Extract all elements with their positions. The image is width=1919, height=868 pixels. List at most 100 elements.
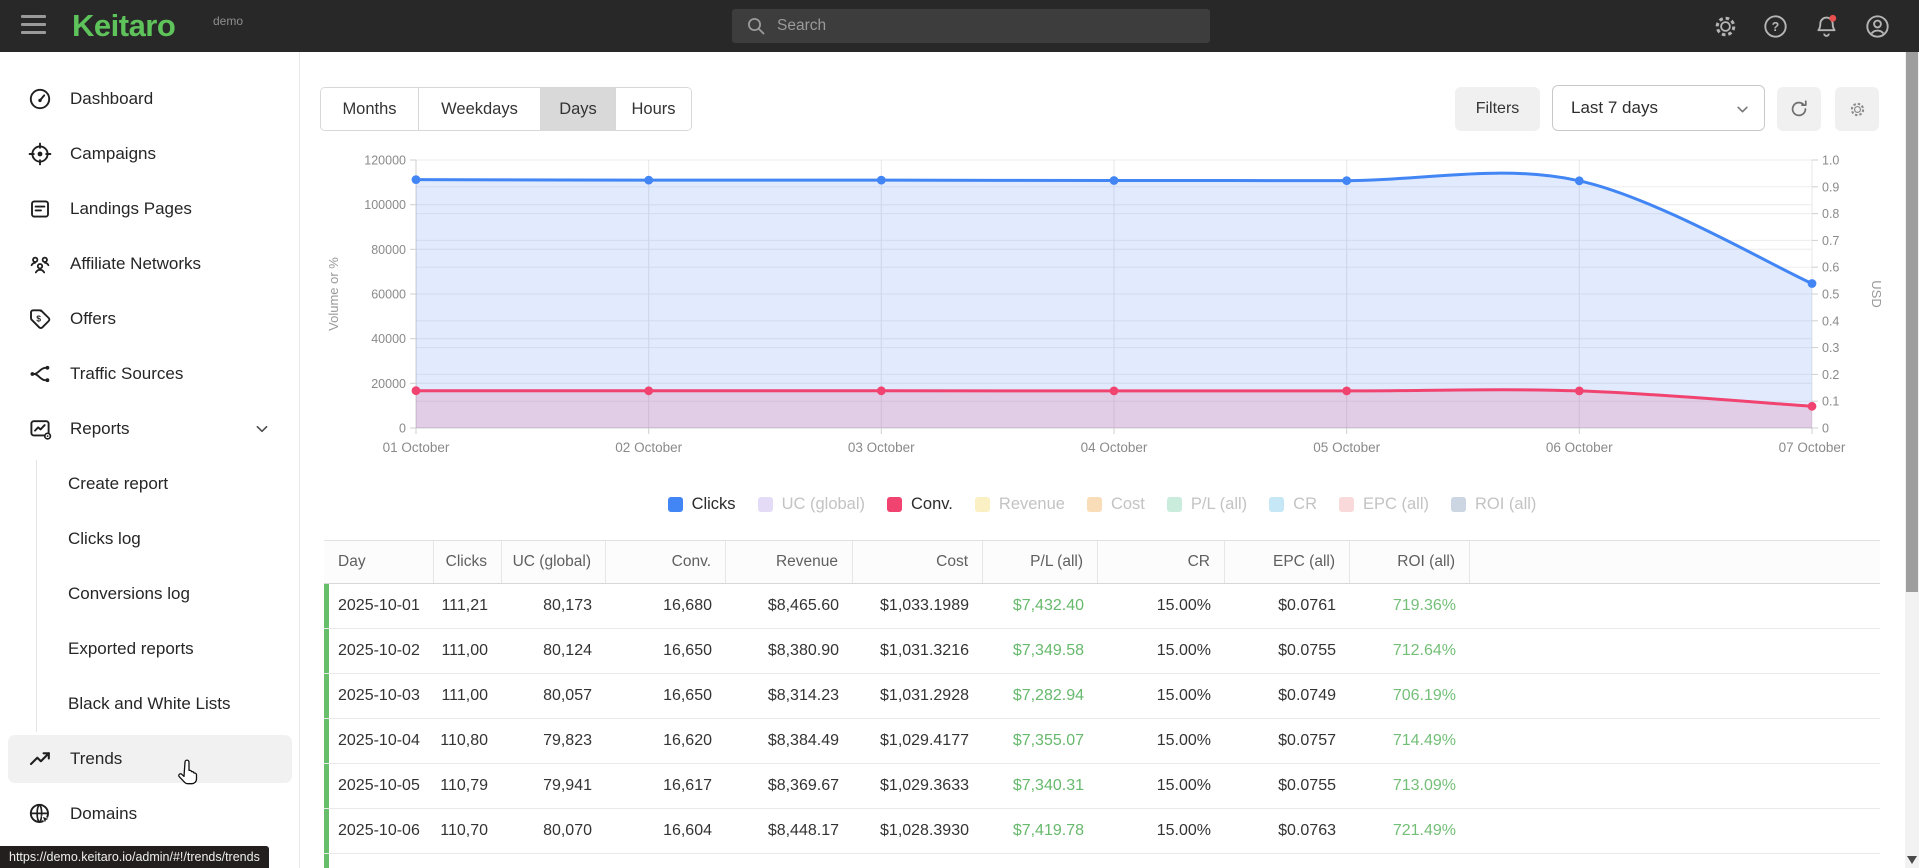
cell-roi-all: 713.09% — [1392, 777, 1456, 794]
trends-table: Day Clicks UC (global) Conv. Revenue Cost P/L … — [324, 540, 1880, 868]
column-header-day[interactable]: Day — [324, 541, 434, 583]
column-header-cr[interactable]: CR — [1098, 541, 1225, 583]
legend-item-p-l-all[interactable]: P/L (all) — [1166, 495, 1247, 514]
legend-label: Cost — [1110, 494, 1145, 513]
column-header-uc-global[interactable]: UC (global) — [502, 541, 606, 583]
sidebar-item-label: Affiliate Networks — [70, 254, 202, 273]
link-status-tooltip: https://demo.keitaro.io/admin/#!/trends/… — [0, 846, 269, 868]
cell-uc-global: 80,070 — [543, 822, 592, 839]
chart-settings-button[interactable] — [1835, 87, 1879, 131]
cell-epc-all: $0.0757 — [1278, 732, 1336, 749]
column-header-cost[interactable]: Cost — [853, 541, 983, 583]
legend-swatch — [757, 496, 773, 512]
legend-swatch — [1339, 496, 1354, 512]
help-icon[interactable]: ? — [1762, 13, 1789, 40]
sidebar-item-label: Conversions log — [68, 584, 190, 603]
notification-badge — [1829, 14, 1837, 22]
column-header-revenue[interactable]: Revenue — [726, 541, 853, 583]
svg-text:0.4: 0.4 — [1822, 314, 1839, 328]
refresh-button[interactable] — [1777, 87, 1821, 131]
filters-button[interactable]: Filters — [1455, 87, 1540, 131]
cell-uc-global: 79,941 — [543, 777, 592, 794]
svg-text:04 October: 04 October — [1081, 440, 1148, 455]
cell-revenue: $8,314.23 — [767, 687, 839, 704]
legend-item-roi-all[interactable]: ROI (all) — [1451, 495, 1536, 514]
legend-item-cr[interactable]: CR — [1269, 495, 1317, 514]
legend-item-revenue[interactable]: Revenue — [974, 495, 1065, 514]
search-bar[interactable] — [732, 9, 1210, 43]
keitaro-logo[interactable]: Keitaro — [72, 8, 176, 44]
svg-text:03 October: 03 October — [848, 440, 915, 455]
scrollbar-thumb[interactable] — [1906, 52, 1918, 592]
sidebar-item-reports[interactable]: Reports — [0, 405, 300, 453]
date-range-select[interactable]: Last 7 days — [1552, 85, 1765, 131]
sidebar-item-affiliate-networks[interactable]: Affiliate Networks — [0, 240, 300, 288]
sidebar-item-label: Landings Pages — [70, 199, 192, 218]
cell-p-l-all: $7,432.40 — [1012, 597, 1084, 614]
cell-p-l-all: $7,282.94 — [1012, 687, 1084, 704]
notifications-icon[interactable] — [1813, 13, 1840, 40]
column-header-p-l-all[interactable]: P/L (all) — [983, 541, 1098, 583]
sidebar-item-traffic-sources[interactable]: Traffic Sources — [0, 350, 300, 398]
settings-icon[interactable] — [1712, 13, 1739, 40]
account-icon[interactable] — [1864, 13, 1891, 40]
legend-item-epc-all[interactable]: EPC (all) — [1339, 495, 1429, 514]
status-url: https://demo.keitaro.io/admin/#!/trends/… — [9, 850, 260, 864]
column-header-epc-all[interactable]: EPC (all) — [1225, 541, 1350, 583]
scrollbar-track[interactable] — [1905, 52, 1919, 868]
table-row: 2025-10-03 111,00 80,057 16,650 $8,314.23 $1,… — [324, 674, 1880, 719]
legend-swatch — [1166, 496, 1182, 512]
cell-cost: $1,029.4177 — [880, 732, 969, 749]
svg-text:0.8: 0.8 — [1822, 207, 1839, 221]
sidebar-item-campaigns[interactable]: Campaigns — [0, 130, 300, 178]
sidebar-item-domains[interactable]: Domains — [0, 790, 300, 838]
trend-icon — [29, 752, 50, 766]
cell-uc-global: 46,457 — [502, 854, 606, 868]
cell-roi-all: 721.49% — [1392, 822, 1456, 839]
sidebar-item-dashboard[interactable]: Dashboard — [0, 75, 300, 123]
cell-cost: $1,028.3930 — [880, 822, 969, 839]
hamburger-menu-icon[interactable] — [21, 15, 46, 37]
sidebar-item-label: Domains — [70, 804, 138, 823]
sidebar-item-clicks-log[interactable]: Clicks log — [0, 515, 300, 563]
column-header-conv[interactable]: Conv. — [606, 541, 726, 583]
svg-text:20000: 20000 — [371, 377, 406, 391]
sidebar-item-create-report[interactable]: Create report — [0, 460, 300, 508]
row-status-bar — [324, 584, 329, 628]
cell-day: 2025-10-01 — [338, 597, 420, 614]
tab-hours[interactable]: Hours — [616, 88, 691, 130]
tab-months[interactable]: Months — [321, 88, 419, 130]
row-status-bar — [324, 629, 329, 673]
legend-swatch — [974, 496, 990, 512]
cell-cost: $597.8033 — [853, 854, 983, 868]
cell-filler — [1470, 809, 1880, 853]
cell-clicks: 111,21 — [441, 597, 488, 614]
legend-item-conv[interactable]: Conv. — [887, 495, 953, 514]
sidebar-item-trends[interactable]: Trends — [8, 735, 292, 783]
report-icon — [30, 420, 52, 440]
legend-item-clicks[interactable]: Clicks — [667, 495, 736, 514]
column-header-roi-all[interactable]: ROI (all) — [1350, 541, 1470, 583]
split-icon — [30, 365, 50, 383]
svg-text:Volume or %: Volume or % — [326, 257, 341, 331]
sidebar: Dashboard Campaigns Landings Pages Affiliat… — [0, 52, 300, 868]
sidebar-item-exported-reports[interactable]: Exported reports — [0, 625, 300, 673]
cell-cr: 15.00% — [1156, 687, 1211, 704]
sidebar-item-offers[interactable]: $ Offers — [0, 295, 300, 343]
cell-epc-all: $0.0755 — [1278, 642, 1336, 659]
tab-days[interactable]: Days — [541, 88, 616, 130]
column-header-clicks[interactable]: Clicks — [434, 541, 502, 583]
legend-item-uc-global[interactable]: UC (global) — [757, 495, 865, 514]
cell-clicks: 110,80 — [440, 732, 488, 749]
legend-item-cost[interactable]: Cost — [1086, 494, 1145, 514]
svg-text:0.9: 0.9 — [1822, 180, 1839, 194]
svg-text:100000: 100000 — [364, 198, 406, 212]
cell-uc-global: 80,057 — [543, 687, 592, 704]
sidebar-item-conversions-log[interactable]: Conversions log — [0, 570, 300, 618]
tab-weekdays[interactable]: Weekdays — [419, 88, 541, 130]
sidebar-item-label: Trends — [70, 749, 123, 768]
cell-clicks: 110,79 — [440, 777, 488, 794]
sidebar-item-landings-pages[interactable]: Landings Pages — [0, 185, 300, 233]
search-input[interactable] — [777, 17, 1210, 35]
sidebar-item-black-and-white-lists[interactable]: Black and White Lists — [0, 680, 300, 728]
